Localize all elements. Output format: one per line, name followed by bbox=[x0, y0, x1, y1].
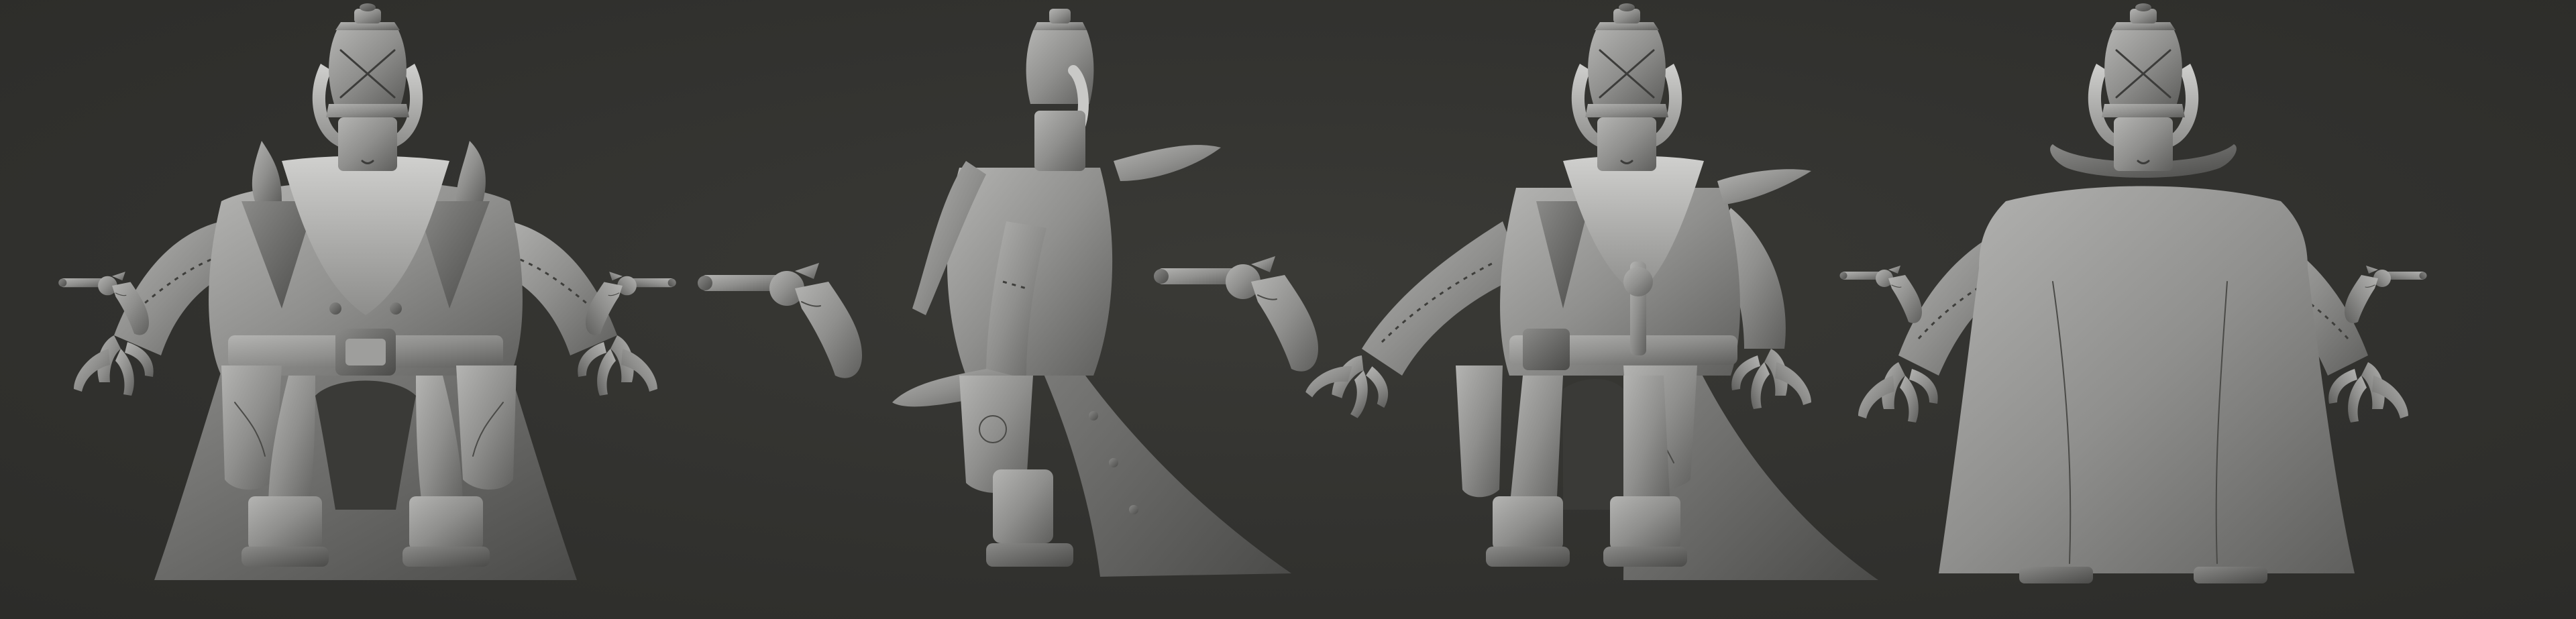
figure-three-quarter-view bbox=[1153, 2, 1878, 580]
loose-revolver-1 bbox=[697, 262, 863, 379]
figure-back-view bbox=[1839, 2, 2427, 583]
figure-front-view bbox=[58, 2, 677, 580]
sculpt-render bbox=[58, 2, 2427, 583]
sculpt-viewport bbox=[0, 0, 2576, 619]
figure-side-view bbox=[697, 9, 1291, 577]
loose-revolver-2 bbox=[1153, 256, 1319, 372]
